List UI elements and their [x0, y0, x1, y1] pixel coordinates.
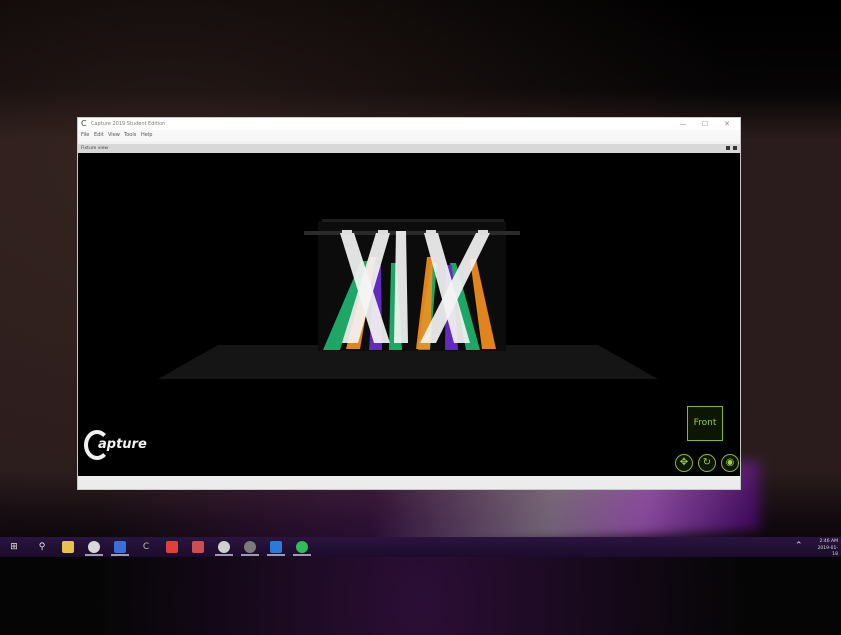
chrome-icon[interactable]: [88, 541, 100, 553]
active-indicator: [241, 554, 259, 556]
menu-view[interactable]: View: [108, 130, 120, 141]
active-indicator: [293, 554, 311, 556]
search-icon[interactable]: ⚲: [36, 541, 48, 553]
capture-app-icon: C: [81, 119, 87, 128]
clock-time[interactable]: 2:46 AM: [812, 539, 839, 545]
app-icon[interactable]: [114, 541, 126, 553]
capture-app-window: C Capture 2019 Student Edition — ☐ ✕ Fil…: [77, 117, 741, 490]
panel-title: Fixture view: [81, 146, 109, 151]
capture-logo-text: apture: [98, 437, 147, 452]
capture-logo: apture: [84, 428, 164, 468]
minimize-button[interactable]: —: [674, 118, 692, 130]
stage-render: [158, 219, 658, 379]
fixture: [426, 230, 436, 235]
rotate-icon[interactable]: ↻: [698, 454, 716, 472]
menu-edit[interactable]: Edit: [94, 130, 104, 141]
panel-close-button[interactable]: [733, 146, 737, 150]
active-indicator: [267, 554, 285, 556]
maximize-button[interactable]: ☐: [696, 118, 714, 130]
active-indicator: [111, 554, 129, 556]
menu-tools[interactable]: Tools: [124, 130, 136, 141]
spotify-icon[interactable]: [296, 541, 308, 553]
upper-truss: [322, 219, 504, 222]
clock-date[interactable]: 2019-01-18: [812, 546, 838, 558]
fixture: [342, 230, 352, 235]
fixture: [478, 230, 488, 235]
panel-pin-button[interactable]: [726, 146, 730, 150]
menu-help[interactable]: Help: [141, 130, 152, 141]
white-beam: [394, 231, 408, 343]
menu-file[interactable]: File: [81, 130, 89, 141]
front-view-button[interactable]: Front: [687, 406, 723, 441]
active-indicator: [215, 554, 233, 556]
folder-icon[interactable]: [166, 541, 178, 553]
app-icon[interactable]: [192, 541, 204, 553]
network-icon[interactable]: ⌃: [795, 541, 803, 551]
status-bar: [78, 476, 740, 489]
file-explorer-icon[interactable]: [62, 541, 74, 553]
windows-taskbar: ⊞ ⚲ C ⌃ 2:46 AM 2019-01-18: [0, 537, 841, 557]
title-bar[interactable]: C Capture 2019 Student Edition — ☐ ✕: [78, 118, 740, 130]
active-indicator: [85, 554, 103, 556]
capture-icon[interactable]: C: [140, 541, 152, 553]
zoom-icon[interactable]: ◉: [721, 454, 739, 472]
app-icon[interactable]: [218, 541, 230, 553]
close-button[interactable]: ✕: [718, 118, 736, 130]
3d-viewport[interactable]: apture Front ✥ ↻ ◉: [78, 153, 740, 476]
app-icon[interactable]: [244, 541, 256, 553]
app-icon[interactable]: [270, 541, 282, 553]
fixture-view-panel-header: Fixture view: [78, 144, 740, 153]
menu-bar: File Edit View Tools Help: [78, 130, 740, 141]
fixture: [378, 230, 388, 235]
windows-icon[interactable]: ⊞: [8, 541, 20, 553]
window-title: Capture 2019 Student Edition: [91, 121, 166, 127]
move-icon[interactable]: ✥: [675, 454, 693, 472]
